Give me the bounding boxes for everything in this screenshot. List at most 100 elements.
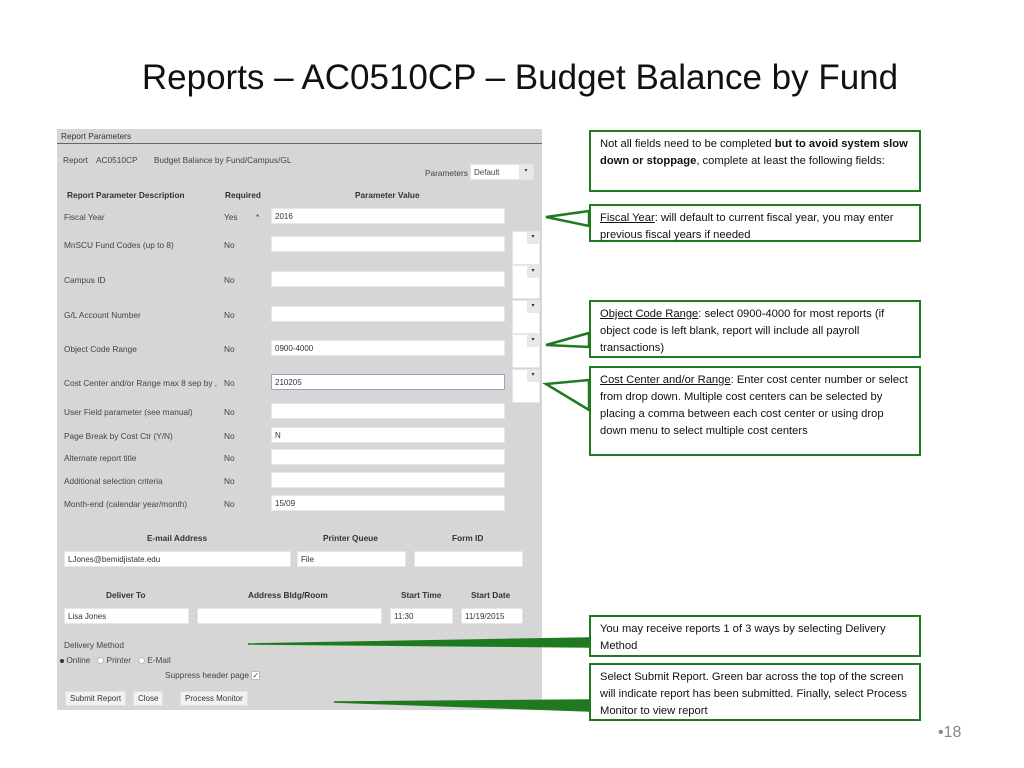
- month-end-input[interactable]: 15/09: [271, 495, 505, 511]
- chevron-down-icon[interactable]: ▾: [527, 335, 539, 347]
- form-id-input[interactable]: [414, 551, 523, 567]
- row-label-gl-account: G/L Account Number: [64, 310, 141, 320]
- report-parameters-panel: Report Parameters Report AC0510CP Budget…: [57, 129, 542, 710]
- callout-object-code: Object Code Range: select 0900-4000 for …: [589, 300, 921, 358]
- row-required-gl-account: No: [224, 310, 235, 320]
- callout-cost-center-heading: Cost Center and/or Range: [600, 374, 731, 386]
- parameters-select-value: Default: [474, 168, 500, 177]
- radio-printer[interactable]: Printer: [97, 655, 131, 665]
- process-monitor-button[interactable]: Process Monitor: [180, 691, 248, 706]
- suppress-header-option[interactable]: Suppress header page ✓: [165, 670, 261, 681]
- parameters-select[interactable]: Default ▾: [470, 164, 534, 180]
- row-required-fiscal-year: Yes: [224, 212, 238, 222]
- pointer-fiscal-year: [545, 209, 591, 228]
- row-label-page-break: Page Break by Cost Ctr (Y/N): [64, 431, 173, 441]
- chevron-down-icon[interactable]: ▾: [527, 232, 539, 244]
- object-code-input[interactable]: 0900-4000: [271, 340, 505, 356]
- deliver-to-header: Deliver To: [106, 590, 146, 600]
- radio-online-label: Online: [66, 655, 91, 665]
- row-label-fiscal-year: Fiscal Year: [64, 212, 105, 222]
- row-required-fund-codes: No: [224, 240, 235, 250]
- callout-intro-text: Not all fields need to be completed: [600, 138, 775, 150]
- row-required-object-code: No: [224, 344, 235, 354]
- row-required-cost-center: No: [224, 378, 235, 388]
- row-label-alternate-title: Alternate report title: [64, 453, 137, 463]
- chevron-down-icon[interactable]: ▾: [519, 165, 533, 179]
- cost-center-dropdown[interactable]: ▾: [512, 369, 540, 403]
- report-id: AC0510CP: [96, 155, 138, 165]
- column-header-required: Required: [225, 190, 261, 200]
- user-field-input[interactable]: [271, 403, 505, 419]
- suppress-header-checkbox[interactable]: ✓: [251, 671, 261, 681]
- row-label-user-field: User Field parameter (see manual): [64, 407, 193, 417]
- gl-account-dropdown[interactable]: ▾: [512, 300, 540, 334]
- radio-empty-icon[interactable]: [137, 657, 145, 665]
- row-label-fund-codes: MnSCU Fund Codes (up to 8): [64, 240, 174, 250]
- chevron-down-icon[interactable]: ▾: [527, 301, 539, 313]
- row-required-user-field: No: [224, 407, 235, 417]
- row-required-campus-id: No: [224, 275, 235, 285]
- callout-submit: Select Submit Report. Green bar across t…: [589, 663, 921, 721]
- email-input[interactable]: LJones@bemidjistate.edu: [64, 551, 291, 567]
- printer-queue-input[interactable]: File: [297, 551, 406, 567]
- address-header: Address Bldg/Room: [248, 590, 328, 600]
- deliver-to-input[interactable]: Lisa Jones: [64, 608, 189, 624]
- panel-header: Report Parameters: [57, 129, 542, 144]
- email-header: E-mail Address: [147, 533, 208, 543]
- parameters-label: Parameters: [425, 168, 468, 178]
- start-time-header: Start Time: [401, 590, 442, 600]
- start-time-input[interactable]: 11:30: [390, 608, 453, 624]
- chevron-down-icon[interactable]: ▾: [527, 370, 539, 382]
- row-required-month-end: No: [224, 499, 235, 509]
- callout-fiscal-year-heading: Fiscal Year: [600, 212, 655, 224]
- required-marker: *: [256, 212, 260, 222]
- radio-online[interactable]: Online: [60, 655, 90, 665]
- address-input[interactable]: [197, 608, 382, 624]
- cost-center-input[interactable]: 210205: [271, 374, 505, 390]
- pointer-object-code: [545, 331, 591, 349]
- callout-cost-center: Cost Center and/or Range: Enter cost cen…: [589, 366, 921, 456]
- fiscal-year-input[interactable]: 2016: [271, 208, 505, 224]
- report-label: Report: [63, 155, 88, 165]
- campus-id-input[interactable]: [271, 271, 505, 287]
- row-label-campus-id: Campus ID: [64, 275, 106, 285]
- radio-printer-label: Printer: [106, 655, 131, 665]
- start-date-header: Start Date: [471, 590, 511, 600]
- callout-intro-text-end: , complete at least the following fields…: [696, 155, 885, 167]
- form-id-header: Form ID: [452, 533, 484, 543]
- radio-empty-icon[interactable]: [97, 657, 105, 665]
- row-label-month-end: Month-end (calendar year/month): [64, 499, 188, 509]
- radio-email-label: E-Mail: [147, 655, 171, 665]
- report-name: Budget Balance by Fund/Campus/GL: [154, 155, 292, 165]
- chevron-down-icon[interactable]: ▾: [527, 266, 539, 278]
- row-label-object-code: Object Code Range: [64, 344, 137, 354]
- column-header-value: Parameter Value: [355, 190, 420, 200]
- row-label-cost-center: Cost Center and/or Range max 8 sep by ,: [64, 378, 218, 388]
- radio-email[interactable]: E-Mail: [137, 655, 171, 665]
- radio-selected-icon[interactable]: [60, 658, 64, 663]
- alternate-title-input[interactable]: [271, 449, 505, 465]
- callout-delivery-method: You may receive reports 1 of 3 ways by s…: [589, 615, 921, 657]
- suppress-header-label: Suppress header page: [165, 670, 249, 680]
- delivery-method-radio-group: Online Printer E-Mail: [60, 655, 171, 665]
- row-required-alternate-title: No: [224, 453, 235, 463]
- callout-object-code-heading: Object Code Range: [600, 308, 699, 320]
- fund-codes-input[interactable]: [271, 236, 505, 252]
- fund-codes-dropdown[interactable]: ▾: [512, 231, 540, 265]
- campus-id-dropdown[interactable]: ▾: [512, 265, 540, 299]
- page-number: •18: [938, 724, 962, 741]
- additional-criteria-input[interactable]: [271, 472, 505, 488]
- delivery-method-label: Delivery Method: [64, 640, 124, 650]
- column-header-description: Report Parameter Description: [67, 190, 185, 200]
- start-date-input[interactable]: 11/19/2015: [461, 608, 523, 624]
- submit-report-button[interactable]: Submit Report: [65, 691, 127, 706]
- row-label-additional-criteria: Additional selection criteria: [64, 476, 163, 486]
- row-required-additional-criteria: No: [224, 476, 235, 486]
- printer-queue-header: Printer Queue: [323, 533, 378, 543]
- callout-fiscal-year: Fiscal Year: will default to current fis…: [589, 204, 921, 242]
- object-code-dropdown[interactable]: ▾: [512, 334, 540, 368]
- callout-intro: Not all fields need to be completed but …: [589, 130, 921, 192]
- close-button[interactable]: Close: [133, 691, 164, 706]
- gl-account-input[interactable]: [271, 306, 505, 322]
- page-break-input[interactable]: N: [271, 427, 505, 443]
